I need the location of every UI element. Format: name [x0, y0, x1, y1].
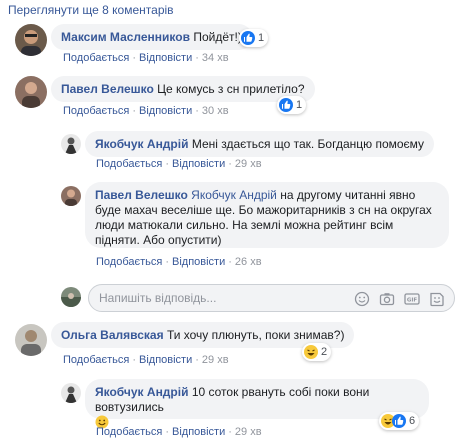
reply-box: GIF — [88, 284, 455, 312]
current-user-avatar — [61, 287, 81, 307]
reaction-badge[interactable]: 1 — [277, 96, 307, 114]
reply-link[interactable]: Відповісти — [139, 354, 192, 366]
comment-actions: Подобається · Відповісти · 26 хв — [96, 256, 262, 268]
comment-text: Мені здається що так. Богданцю помоєму — [191, 137, 425, 151]
comment-author[interactable]: Якобчук Андрій — [95, 385, 188, 399]
avatar[interactable] — [61, 134, 81, 154]
gif-icon[interactable]: GIF — [404, 291, 420, 307]
like-link[interactable]: Подобається — [96, 256, 162, 268]
comment-time[interactable]: 29 хв — [235, 426, 262, 438]
comment-time[interactable]: 29 хв — [202, 354, 229, 366]
sticker-icon[interactable] — [429, 291, 445, 307]
avatar[interactable] — [15, 76, 47, 108]
comment-actions: Подобається · Відповісти · 29 хв — [63, 354, 229, 366]
reply-link[interactable]: Відповісти — [172, 256, 225, 268]
comment-actions: Подобається · Відповісти · 34 хв — [63, 52, 229, 64]
like-link[interactable]: Подобається — [96, 158, 162, 170]
like-icon — [392, 414, 406, 428]
avatar[interactable] — [15, 324, 47, 356]
reply-link[interactable]: Відповісти — [139, 52, 192, 64]
comment-actions: Подобається · Відповісти · 30 хв — [63, 105, 229, 117]
svg-text:GIF: GIF — [407, 298, 418, 304]
like-link[interactable]: Подобається — [63, 52, 129, 64]
reply-link[interactable]: Відповісти — [139, 105, 192, 117]
like-icon — [279, 98, 293, 112]
reply-link[interactable]: Відповісти — [172, 426, 225, 438]
comment-author[interactable]: Ольга Валявская — [61, 328, 164, 342]
like-link[interactable]: Подобається — [63, 354, 129, 366]
comment-author[interactable]: Якобчук Андрій — [95, 137, 188, 151]
comment-author[interactable]: Максим Масленников — [61, 30, 190, 44]
comment-bubble: Павел Велешко Якобчук Андрій на другому … — [85, 182, 449, 248]
comment-time[interactable]: 29 хв — [235, 158, 262, 170]
comment-bubble: Якобчук Андрій Мені здається що так. Бог… — [85, 131, 435, 157]
reaction-count: 2 — [321, 346, 328, 358]
comment-author[interactable]: Павел Велешко — [61, 82, 154, 96]
camera-icon[interactable] — [379, 291, 395, 307]
comment-bubble: Павел Велешко Це комусь з сн прилетіло? — [51, 76, 315, 102]
like-link[interactable]: Подобається — [96, 426, 162, 438]
comment-text: Ти хочу плюнуть, поки знимав?) — [166, 328, 345, 342]
comment-text: Це комусь з сн прилетіло? — [157, 82, 305, 96]
comment-bubble: Максим Масленников Пойдёт!) — [51, 24, 252, 50]
comment-time[interactable]: 26 хв — [235, 256, 262, 268]
avatar[interactable] — [61, 186, 81, 206]
comment-text: Пойдёт!) — [193, 30, 242, 44]
reaction-count: 6 — [409, 415, 416, 427]
reaction-count: 1 — [258, 32, 265, 44]
emoji-icon[interactable] — [354, 291, 370, 307]
avatar[interactable] — [15, 24, 47, 56]
comment-author[interactable]: Павел Велешко — [95, 188, 188, 202]
comment-bubble: Якобчук Андрій 10 соток рвануть собі пок… — [85, 379, 429, 429]
reply-link[interactable]: Відповісти — [172, 158, 225, 170]
comment-time[interactable]: 34 хв — [202, 52, 229, 64]
reaction-badge[interactable]: 1 — [239, 29, 269, 47]
reply-input[interactable] — [99, 290, 339, 306]
like-icon — [241, 31, 255, 45]
reaction-count: 1 — [296, 99, 303, 111]
haha-icon — [304, 345, 318, 359]
comment-time[interactable]: 30 хв — [202, 105, 229, 117]
view-more-comments-link[interactable]: Переглянути ще 8 коментарів — [8, 3, 174, 17]
comment-mention[interactable]: Якобчук Андрій — [191, 188, 277, 202]
reaction-badge[interactable]: 6 — [379, 412, 420, 430]
avatar[interactable] — [61, 383, 81, 403]
like-link[interactable]: Подобається — [63, 105, 129, 117]
reaction-badge[interactable]: 2 — [302, 343, 332, 361]
comment-actions: Подобається · Відповісти · 29 хв — [96, 158, 262, 170]
comment-actions: Подобається · Відповісти · 29 хв — [96, 426, 262, 438]
